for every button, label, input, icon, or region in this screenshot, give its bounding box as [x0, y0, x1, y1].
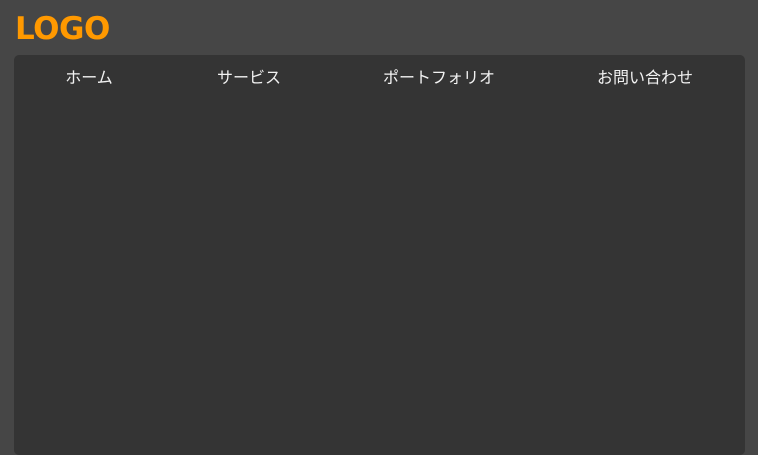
nav-item-portfolio[interactable]: ポートフォリオ — [383, 67, 495, 89]
nav-item-services[interactable]: サービス — [217, 67, 281, 89]
nav-item-contact[interactable]: お問い合わせ — [597, 67, 693, 89]
main-nav: ホーム サービス ポートフォリオ お問い合わせ — [14, 67, 745, 89]
main-panel: ホーム サービス ポートフォリオ お問い合わせ — [14, 55, 745, 455]
logo[interactable]: LOGO — [15, 8, 110, 50]
nav-item-home[interactable]: ホーム — [65, 67, 113, 89]
